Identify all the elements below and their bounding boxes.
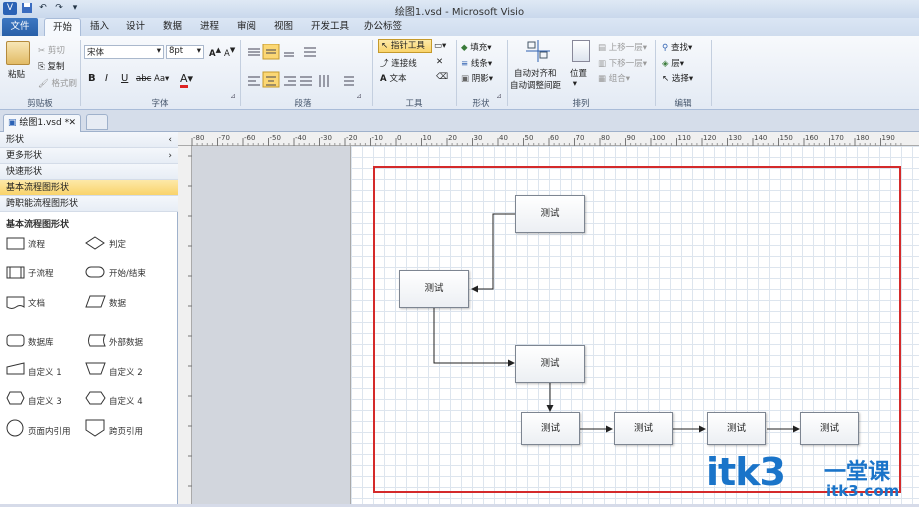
flowchart-process-box[interactable]: 测试 xyxy=(521,412,580,445)
connector-1 xyxy=(471,213,515,293)
watermark: itk3 一堂课 itk3.com xyxy=(704,450,919,504)
connector-lines xyxy=(433,213,800,433)
flowchart-process-box[interactable]: 测试 xyxy=(515,345,585,383)
watermark-url: itk3.com xyxy=(826,482,900,500)
flowchart-process-box[interactable]: 测试 xyxy=(399,270,469,308)
connector-2 xyxy=(433,308,515,367)
flowchart-process-box[interactable]: 测试 xyxy=(800,412,859,445)
flowchart-process-box[interactable]: 测试 xyxy=(614,412,673,445)
flowchart-process-box[interactable]: 测试 xyxy=(707,412,766,445)
flowchart-process-box[interactable]: 测试 xyxy=(515,195,585,233)
watermark-logo: itk3 xyxy=(706,450,786,494)
